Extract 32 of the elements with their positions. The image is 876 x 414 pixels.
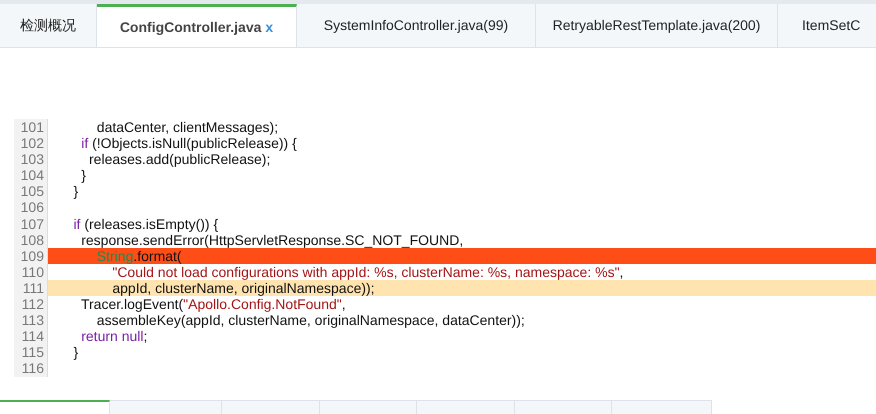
line-number: 112: [14, 296, 48, 312]
line-number: 115: [14, 344, 48, 360]
line-number: 108: [14, 232, 48, 248]
line-number: 103: [14, 151, 48, 168]
code-line: response.sendError(HttpServletResponse.SC_NOT_FOUND,: [80, 232, 464, 248]
code-line: dataCenter, clientMessages);: [96, 119, 280, 136]
code-line: Tracer.logEvent("Apollo.Config.NotFound",: [80, 296, 347, 312]
line-number: 111: [14, 280, 48, 296]
line-number: 114: [14, 328, 48, 344]
line-number: 104: [14, 167, 48, 184]
line-number: 107: [14, 216, 48, 232]
code-line: if (releases.isEmpty()) {: [72, 216, 220, 232]
line-number: 116: [14, 360, 48, 376]
line-number: 113: [14, 312, 48, 328]
bottom-tab[interactable]: [0, 400, 110, 414]
line-number: 109: [14, 248, 48, 264]
file-tab[interactable]: ConfigController.java x: [97, 4, 297, 47]
line-number: 110: [14, 264, 48, 280]
code-line: releases.add(publicRelease);: [88, 151, 272, 168]
line-number: 105: [14, 183, 48, 200]
code-line: appId, clusterName, originalNamespace));: [111, 280, 375, 296]
code-line: }: [72, 344, 80, 360]
code-line: }: [80, 167, 87, 184]
code-line: String.format(: [96, 248, 182, 264]
code-line: if (!Objects.isNull(publicRelease)) {: [80, 135, 298, 152]
code-line: }: [72, 183, 80, 200]
code-line: assembleKey(appId, clusterName, originalNamespace, dataCenter));: [96, 312, 526, 328]
line-number: 106: [14, 199, 48, 216]
code-line: "Could not load configurations with appId: %s, clusterName: %s, namespace: %s",: [112, 264, 624, 280]
line-number: 102: [14, 135, 48, 152]
code-line: return null;: [80, 328, 148, 344]
line-number: 101: [14, 119, 48, 136]
